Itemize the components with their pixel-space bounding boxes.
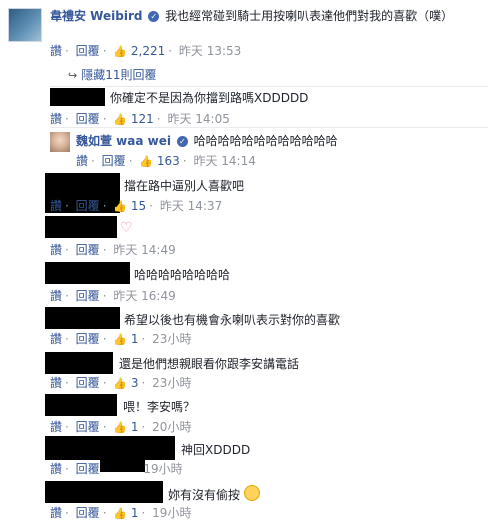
reply-arrow-icon: ↪ [68,69,78,82]
reply-actions: 讚 · 回覆 · 昨天 14:49 [50,243,176,257]
reply-actions: 讚 · 回覆 19小時 [50,462,183,476]
reply-time[interactable]: 23小時 [152,376,191,390]
reply-actions: 讚 · 回覆 · 👍 1 · 19小時 [50,506,192,520]
like-button[interactable]: 讚 [50,289,62,303]
verified-badge-icon: ✓ [148,11,160,22]
hidden-replies-toggle[interactable]: ↪ 隱藏11則回覆 [68,66,157,83]
reply-button[interactable]: 回覆 [76,506,100,520]
reply-text: 擋在路中逼別人喜歡吧 [124,179,245,193]
redacted-avatar-name [45,307,120,329]
reply-button[interactable]: 回覆 [76,462,100,476]
comment-time[interactable]: 昨天 13:53 [179,44,241,58]
redacted-avatar-name [45,352,113,374]
reply-time[interactable]: 23小時 [152,332,191,346]
reply-actions: 讚 · 回覆 · 👍 1 · 23小時 [50,332,192,346]
reply-time[interactable]: 19小時 [143,462,182,476]
like-button[interactable]: 讚 [50,506,62,520]
reply-text: 哈哈哈哈哈哈哈哈 [134,268,231,282]
reply-actions: 讚 · 回覆 · 👍 121 · 昨天 14:05 [50,112,230,126]
like-button[interactable]: 讚 [50,199,62,213]
smile-emoji-icon [243,485,260,501]
like-button[interactable]: 讚 [50,243,62,257]
reply-actions: 讚 · 回覆 · 👍 1 · 20小時 [50,420,192,434]
redacted-avatar-name [45,216,117,238]
reply-button[interactable]: 回覆 [76,420,100,434]
verified-badge-icon: ✓ [176,136,188,147]
redacted-avatar-name [45,436,175,460]
reply-text: 妳有沒有偷按 [168,488,241,502]
reply-button[interactable]: 回覆 [76,243,100,257]
reply-time[interactable]: 19小時 [152,506,191,520]
reply-actions: 讚 · 回覆 · 👍 15 · 昨天 14:37 [50,199,223,213]
like-count[interactable]: 2,221 [131,44,165,58]
top-comment-avatar[interactable] [8,8,42,42]
reply-time[interactable]: 昨天 14:37 [160,199,222,213]
like-count[interactable]: 163 [157,154,180,168]
like-button[interactable]: 讚 [50,112,62,126]
thumbs-up-icon: 👍 [113,200,128,213]
thumbs-up-icon: 👍 [113,113,128,126]
reply-text: 哈哈哈哈哈哈哈哈哈哈哈哈 [193,134,338,148]
reply-time[interactable]: 昨天 14:05 [167,112,229,126]
redacted-avatar-name [45,394,117,416]
thumbs-up-icon: 👍 [113,507,128,520]
reply-text: 希望以後也有機會永喇叭表示對你的喜歡 [124,313,341,327]
like-count[interactable]: 1 [131,332,139,346]
like-count[interactable]: 121 [131,112,154,126]
like-count[interactable]: 1 [131,420,139,434]
reply-line: 魏如萱 waa wei ✓ 哈哈哈哈哈哈哈哈哈哈哈哈 [76,132,338,149]
like-count[interactable]: 15 [131,199,146,213]
thumbs-up-icon: 👍 [113,333,128,346]
reply-text: 你確定不是因為你擋到路嗎XDDDDD [110,91,309,105]
like-count[interactable]: 1 [131,506,139,520]
reply-avatar[interactable] [50,132,70,152]
like-count[interactable]: 3 [131,376,139,390]
reply-time[interactable]: 昨天 14:14 [193,154,255,168]
reply-text: 喂！李安嗎？ [123,400,196,414]
reply-text: 神回XDDDD [181,443,251,457]
divider [50,127,488,128]
reply-button[interactable]: 回覆 [76,112,100,126]
top-comment-actions: 讚 · 回覆 · 👍 2,221 · 昨天 13:53 [50,44,242,58]
reply-time[interactable]: 昨天 16:49 [113,289,175,303]
like-button[interactable]: 讚 [50,376,62,390]
reply-text: ♡ [120,220,133,236]
redacted-avatar-name [45,481,163,503]
reply-text: 還是他們想親眼看你跟李安講電話 [119,357,300,371]
like-button[interactable]: 讚 [50,332,62,346]
reply-actions: 讚 · 回覆 · 👍 163 · 昨天 14:14 [76,154,256,168]
like-button[interactable]: 讚 [50,420,62,434]
reply-line: 妳有沒有偷按 [168,485,260,503]
like-button[interactable]: 讚 [50,462,62,476]
reply-actions: 讚 · 回覆 · 👍 3 · 23小時 [50,376,192,390]
redacted-avatar-name [50,88,105,106]
reply-button[interactable]: 回覆 [76,332,100,346]
reply-time[interactable]: 昨天 14:49 [113,243,175,257]
thumbs-up-icon: 👍 [113,45,128,58]
heart-icon: ♡ [120,220,133,236]
top-comment: 韋禮安 Weibird ✓ 我也經常碰到騎士用按喇叭表達他們對我的喜歡（噗） [50,8,470,25]
redacted-avatar-name [45,262,130,284]
reply-button[interactable]: 回覆 [102,154,126,168]
thumbs-up-icon: 👍 [113,421,128,434]
like-button[interactable]: 讚 [76,154,88,168]
reply-actions: 讚 · 回覆 · 昨天 16:49 [50,289,176,303]
thumbs-up-icon: 👍 [139,155,154,168]
top-comment-author[interactable]: 韋禮安 Weibird [50,9,142,23]
thumbs-up-icon: 👍 [113,377,128,390]
reply-button[interactable]: 回覆 [76,199,100,213]
like-button[interactable]: 讚 [50,44,62,58]
top-comment-text: 我也經常碰到騎士用按喇叭表達他們對我的喜歡（噗） [165,9,454,23]
reply-author[interactable]: 魏如萱 waa wei [76,134,171,148]
reply-time[interactable]: 20小時 [152,420,191,434]
reply-button[interactable]: 回覆 [76,289,100,303]
reply-button[interactable]: 回覆 [76,376,100,390]
divider [50,86,488,87]
reply-button[interactable]: 回覆 [76,44,100,58]
